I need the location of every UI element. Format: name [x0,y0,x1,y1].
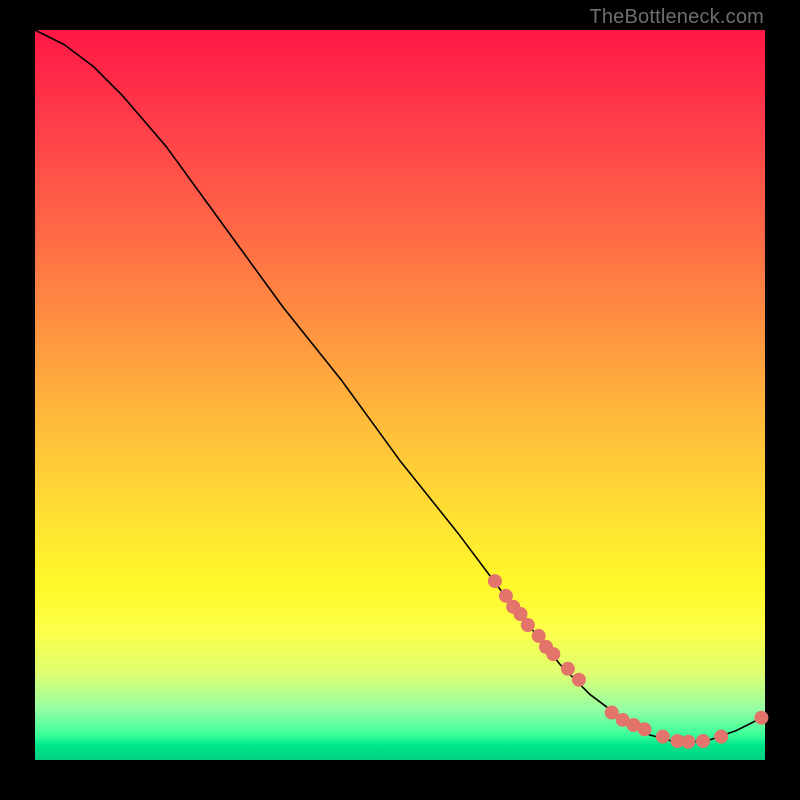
scatter-dot [656,730,670,744]
scatter-dot [696,734,710,748]
scatter-dot [681,735,695,749]
scatter-dot [754,711,768,725]
curve-line [35,30,765,743]
chart-overlay [35,30,765,760]
scatter-dot [488,574,502,588]
scatter-dot [521,618,535,632]
chart-container: TheBottleneck.com [0,0,800,800]
scatter-dots [488,574,769,749]
scatter-dot [714,730,728,744]
scatter-dot [546,647,560,661]
scatter-dot [638,722,652,736]
watermark-text: TheBottleneck.com [589,6,764,29]
scatter-dot [572,673,586,687]
scatter-dot [561,662,575,676]
plot-area [35,30,765,760]
